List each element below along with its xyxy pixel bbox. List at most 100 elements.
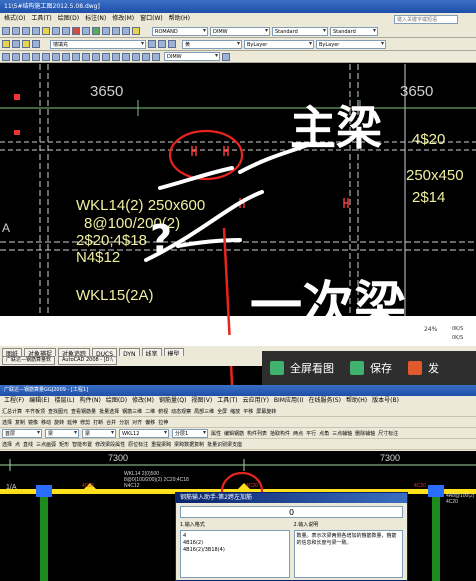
menu-help[interactable]: 帮助(H) bbox=[169, 13, 190, 25]
layer-manager-icon[interactable] bbox=[2, 40, 10, 48]
dim-update-icon[interactable] bbox=[152, 52, 160, 61]
dim-aligned-icon[interactable] bbox=[12, 52, 20, 61]
rebar-input-field[interactable]: 0 bbox=[180, 506, 403, 518]
local-3d-button[interactable]: 局部三维 bbox=[194, 408, 214, 415]
ggj-menu-version[interactable]: 版本号(B) bbox=[372, 396, 399, 406]
align-button[interactable]: 对齐 bbox=[132, 419, 142, 426]
select-tool-button[interactable]: 选择 bbox=[2, 441, 12, 448]
cut-icon[interactable] bbox=[42, 27, 50, 35]
properties-icon[interactable] bbox=[112, 27, 120, 35]
pan-icon[interactable] bbox=[92, 27, 100, 35]
edit-rebar-button[interactable]: 编辑钢筋 bbox=[224, 430, 244, 437]
color-combo[interactable]: 黄 bbox=[182, 39, 242, 49]
linetype-combo[interactable]: ByLayer bbox=[244, 39, 314, 49]
batch-support-button[interactable]: 批量识别梁支座 bbox=[207, 441, 242, 448]
layer-freeze-icon[interactable] bbox=[32, 40, 40, 48]
menu-draw[interactable]: 绘图(D) bbox=[58, 13, 79, 25]
fullscreen-ggj-button[interactable]: 全屏 bbox=[217, 408, 227, 415]
pan-button[interactable]: 平移 bbox=[243, 408, 253, 415]
dim-continue-icon[interactable] bbox=[102, 52, 110, 61]
rebar-3d-button[interactable]: 钢筋三维 bbox=[122, 408, 142, 415]
menu-modify[interactable]: 修改(M) bbox=[112, 13, 134, 25]
dim-angular-icon[interactable] bbox=[72, 52, 80, 61]
send-button[interactable]: 发 bbox=[400, 351, 447, 385]
redo-icon[interactable] bbox=[82, 27, 90, 35]
dim-baseline-icon[interactable] bbox=[92, 52, 100, 61]
stretch-button[interactable]: 拉伸 bbox=[158, 419, 168, 426]
dim-radius-icon[interactable] bbox=[42, 52, 50, 61]
dimension-button[interactable]: 尺寸标注 bbox=[378, 430, 398, 437]
ggj-menu-online[interactable]: 在线服务(S) bbox=[308, 396, 341, 406]
mleader-style-combo[interactable]: Standard bbox=[330, 26, 378, 36]
ggj-menu-component[interactable]: 构件(N) bbox=[80, 396, 101, 406]
ggj-menu-project[interactable]: 工程(F) bbox=[4, 396, 24, 406]
dim-center-icon[interactable] bbox=[122, 52, 130, 61]
three-point-axis-button[interactable]: 三点辅轴 bbox=[332, 430, 352, 437]
format-list[interactable]: 4 4B16(2) 4B16(2)/3B18(4) bbox=[180, 530, 290, 578]
undo-icon[interactable] bbox=[72, 27, 80, 35]
drawing-canvas[interactable]: 3650 3650 WKL14(2) 250x600 8@100/200(2) … bbox=[0, 64, 476, 316]
ggj-menu-cloud[interactable]: 云应用(Y) bbox=[243, 396, 269, 406]
open-icon[interactable] bbox=[12, 27, 20, 35]
view-2d-button[interactable]: 二维 bbox=[145, 408, 155, 415]
ggj-menu-view[interactable]: 视图(V) bbox=[191, 396, 212, 406]
pick-component-button[interactable]: 拾取构件 bbox=[270, 430, 290, 437]
command-line[interactable] bbox=[0, 335, 476, 345]
layer-combo[interactable]: 墙填充 bbox=[50, 39, 146, 49]
smart-layout-button[interactable]: 智能布置 bbox=[72, 441, 92, 448]
zoom-button[interactable]: 缩放 bbox=[230, 408, 240, 415]
ggj-menu-edit[interactable]: 编辑(E) bbox=[29, 396, 49, 406]
table-style-combo[interactable]: Standard bbox=[272, 26, 328, 36]
subtype-combo[interactable]: 梁 bbox=[82, 428, 116, 438]
dim-style-combo[interactable]: DIMW bbox=[210, 26, 270, 36]
ggj-menu-floor[interactable]: 楼层(L) bbox=[55, 396, 75, 406]
component-list-button[interactable]: 构件列表 bbox=[247, 430, 267, 437]
align-slab-button[interactable]: 平齐板顶 bbox=[25, 408, 45, 415]
menu-window[interactable]: 窗口(W) bbox=[140, 13, 163, 25]
make-current-icon[interactable] bbox=[148, 40, 156, 48]
two-point-button[interactable]: 两点 bbox=[293, 430, 303, 437]
break-button[interactable]: 打断 bbox=[93, 419, 103, 426]
re-span-button[interactable]: 重提梁跨 bbox=[151, 441, 171, 448]
lineweight-combo[interactable]: ByLayer bbox=[316, 39, 386, 49]
layer-state-icon[interactable] bbox=[12, 40, 20, 48]
copy-button[interactable]: 复制 bbox=[15, 419, 25, 426]
layer-iso-icon[interactable] bbox=[168, 40, 176, 48]
new-icon[interactable] bbox=[2, 27, 10, 35]
floor-combo[interactable]: 首层 bbox=[2, 428, 42, 438]
point-angle-button[interactable]: 点角 bbox=[319, 430, 329, 437]
calc-button[interactable]: 汇总计算 bbox=[2, 408, 22, 415]
save-button[interactable]: 保存 bbox=[342, 351, 400, 385]
arc-tool-button[interactable]: 三点画弧 bbox=[36, 441, 56, 448]
dim-linear-icon[interactable] bbox=[2, 52, 10, 61]
paste-icon[interactable] bbox=[62, 27, 70, 35]
find-button[interactable]: 查找图元 bbox=[48, 408, 68, 415]
span-copy-button[interactable]: 梁跨数据复制 bbox=[174, 441, 204, 448]
ggj-menu-tools[interactable]: 工具(T) bbox=[217, 396, 237, 406]
ggj-menu-rebar[interactable]: 钢筋量(Q) bbox=[159, 396, 186, 406]
dim-style-icon[interactable] bbox=[222, 52, 230, 61]
component-combo[interactable]: WKL12 bbox=[119, 428, 169, 438]
extend-button[interactable]: 延伸 bbox=[67, 419, 77, 426]
rotate-screen-button[interactable]: 屏幕旋转 bbox=[256, 408, 276, 415]
merge-button[interactable]: 合并 bbox=[106, 419, 116, 426]
orbit-button[interactable]: 动态观察 bbox=[171, 408, 191, 415]
edit-span-button[interactable]: 修改梁段属性 bbox=[95, 441, 125, 448]
dim-textedit-icon[interactable] bbox=[142, 52, 150, 61]
in-place-label-button[interactable]: 原位标注 bbox=[128, 441, 148, 448]
ggj-menu-modify[interactable]: 修改(M) bbox=[132, 396, 154, 406]
ggj-menu-draw[interactable]: 绘图(D) bbox=[106, 396, 127, 406]
text-style-combo[interactable]: ROMAND bbox=[152, 26, 208, 36]
dim-ordinate-icon[interactable] bbox=[32, 52, 40, 61]
offset-button[interactable]: 偏移 bbox=[145, 419, 155, 426]
dim-style-combo-2[interactable]: DIMW bbox=[164, 52, 220, 61]
designcenter-icon[interactable] bbox=[122, 27, 130, 35]
sublayer-combo[interactable]: 分层1 bbox=[172, 428, 208, 438]
select-button[interactable]: 选择 bbox=[2, 419, 12, 426]
save-icon[interactable] bbox=[22, 27, 30, 35]
type-combo[interactable]: 梁 bbox=[45, 428, 79, 438]
delete-axis-button[interactable]: 删除辅轴 bbox=[355, 430, 375, 437]
zoom-icon[interactable] bbox=[102, 27, 110, 35]
line-tool-button[interactable]: 直线 bbox=[23, 441, 33, 448]
copy-icon[interactable] bbox=[52, 27, 60, 35]
